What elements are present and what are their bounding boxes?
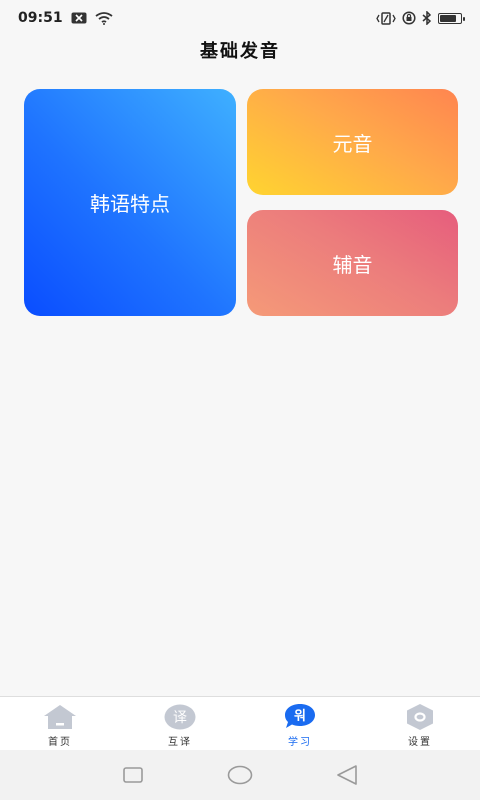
recent-apps-icon[interactable] [113, 755, 153, 795]
notification-x-icon [71, 12, 87, 24]
vowels-label: 元音 [332, 131, 373, 156]
tab-home[interactable]: 首页 [0, 697, 120, 750]
wifi-icon [95, 11, 113, 25]
battery-icon [438, 12, 465, 24]
study-bubble-icon: 워 [283, 703, 317, 731]
consonants-label: 辅音 [332, 252, 373, 277]
tab-settings-label: 设置 [408, 737, 432, 748]
korean-features-card[interactable]: 韩语特点 [24, 89, 236, 316]
korean-features-label: 韩语特点 [90, 192, 170, 216]
tab-settings[interactable]: 设置 [360, 697, 480, 750]
status-left: 09:51 [18, 10, 113, 26]
bottom-tab-bar: 首页 译 互译 워 学习 设置 [0, 696, 480, 750]
status-time: 09:51 [18, 10, 63, 26]
tab-home-label: 首页 [48, 737, 72, 748]
tab-study-label: 学习 [288, 737, 312, 748]
system-nav-bar [0, 750, 480, 800]
tab-translate[interactable]: 译 互译 [120, 697, 240, 750]
page-title: 基础发音 [200, 41, 280, 62]
vowels-card[interactable]: 元音 [247, 89, 458, 195]
home-icon [43, 703, 77, 731]
study-icon-glyph: 워 [294, 709, 306, 724]
tab-translate-label: 互译 [168, 737, 192, 748]
status-right [376, 11, 465, 25]
tab-study[interactable]: 워 学习 [240, 697, 360, 750]
translate-icon: 译 [163, 703, 197, 731]
settings-hex-icon [403, 703, 437, 731]
category-cards: 韩语特点 元音 辅音 [24, 89, 458, 317]
consonants-card[interactable]: 辅音 [247, 210, 458, 316]
status-bar: 09:51 [0, 0, 480, 36]
translate-icon-glyph: 译 [173, 710, 187, 726]
vibrate-icon [376, 11, 396, 25]
home-circle-icon[interactable] [220, 755, 260, 795]
battery-fill [440, 14, 456, 22]
data-saver-icon [402, 11, 416, 25]
bluetooth-icon [422, 11, 432, 25]
back-triangle-icon[interactable] [327, 755, 367, 795]
